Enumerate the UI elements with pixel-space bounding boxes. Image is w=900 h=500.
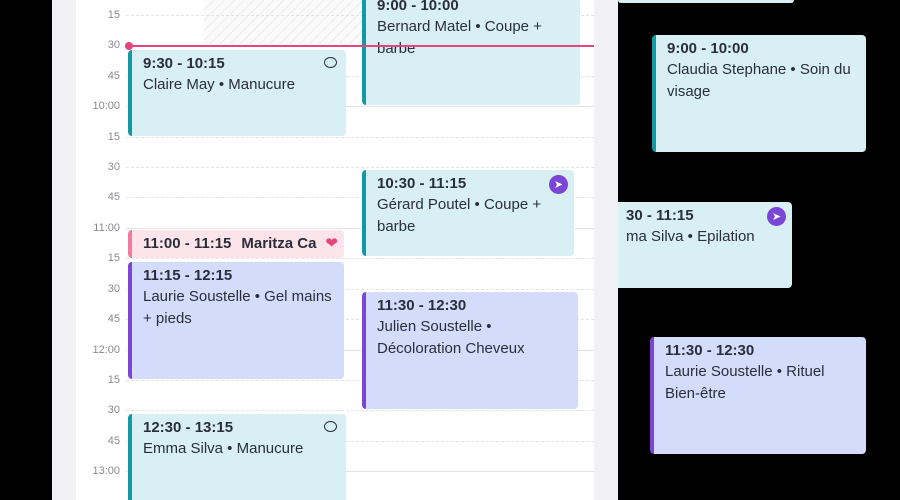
event-description: Emma Silva • Manucure bbox=[143, 440, 304, 457]
event-card[interactable]: 11:15 - 12:15 Laurie Soustelle • Gel mai… bbox=[128, 262, 344, 379]
time-label: 11:00 bbox=[93, 222, 120, 234]
comment-icon bbox=[324, 421, 337, 432]
time-label: 30 bbox=[107, 39, 120, 51]
event-card[interactable]: 12:30 - 13:15 Emma Silva • Manucure bbox=[128, 414, 346, 500]
event-time: 11:00 - 11:15 bbox=[143, 235, 232, 252]
time-label: 30 bbox=[107, 161, 120, 173]
time-label: 30 bbox=[107, 404, 120, 416]
event-time: 10:30 - 11:15 bbox=[377, 175, 467, 192]
time-label: 45 bbox=[107, 313, 120, 325]
gridline bbox=[126, 410, 594, 411]
event-time: 11:15 - 12:15 bbox=[143, 267, 233, 284]
time-label: 12:00 bbox=[92, 344, 120, 356]
top-card-edge bbox=[618, 0, 794, 3]
current-time-dot bbox=[125, 42, 133, 50]
time-label: 15 bbox=[107, 131, 120, 143]
time-label: 13:00 bbox=[92, 465, 120, 477]
gridline bbox=[126, 167, 594, 168]
event-description: Bernard Matel • Coupe + barbe bbox=[377, 18, 542, 57]
event-description: Julien Soustelle • Décoloration Cheveux bbox=[377, 318, 525, 357]
comment-icon bbox=[324, 57, 337, 68]
event-time: 9:30 - 10:15 bbox=[143, 55, 225, 72]
rocket-icon: ➤ bbox=[767, 207, 786, 226]
event-card[interactable]: 11:30 - 12:30 Laurie Soustelle • Rituel … bbox=[650, 337, 866, 454]
time-label: 15 bbox=[107, 9, 120, 21]
time-label: 45 bbox=[107, 435, 120, 447]
event-time: 9:00 - 10:00 bbox=[667, 40, 749, 57]
event-description: Claudia Stephane • Soin du visage bbox=[667, 61, 851, 100]
time-label: 45 bbox=[107, 191, 120, 203]
event-time: 9:00 - 10:00 bbox=[377, 0, 459, 14]
event-time: 11:30 - 12:30 bbox=[665, 342, 755, 359]
event-description: Gérard Poutel • Coupe + barbe bbox=[377, 196, 542, 235]
event-card[interactable]: 11:30 - 12:30 Julien Soustelle • Décolor… bbox=[362, 292, 578, 409]
time-label: 15 bbox=[107, 252, 120, 264]
heart-icon: ❤ bbox=[325, 235, 338, 252]
event-card[interactable]: 9:00 - 10:00 Claudia Stephane • Soin du … bbox=[652, 35, 866, 152]
event-description: Laurie Soustelle • Gel mains + pieds bbox=[143, 288, 332, 327]
event-card[interactable]: 11:00 - 11:15 Maritza Ca ❤ bbox=[128, 230, 344, 258]
rocket-icon: ➤ bbox=[549, 175, 568, 194]
time-label: 30 bbox=[107, 283, 120, 295]
current-time-line bbox=[128, 45, 594, 47]
event-card[interactable]: 10:30 - 11:15 Gérard Poutel • Coupe + ba… bbox=[362, 170, 574, 256]
event-description: Claire May • Manucure bbox=[143, 76, 295, 93]
event-time: 30 - 11:15 bbox=[626, 207, 694, 224]
event-description: ma Silva • Epilation bbox=[626, 228, 755, 245]
gridline bbox=[126, 137, 594, 138]
event-card[interactable]: 30 - 11:15 ma Silva • Epilation ➤ bbox=[596, 202, 792, 288]
event-time: 11:30 - 12:30 bbox=[377, 297, 467, 314]
gridline bbox=[126, 258, 594, 259]
event-card[interactable]: 9:30 - 10:15 Claire May • Manucure bbox=[128, 50, 346, 136]
event-time: 12:30 - 13:15 bbox=[143, 419, 234, 436]
calendar-day-view[interactable]: 15 30 45 10:00 15 30 45 11:00 15 30 45 1… bbox=[76, 0, 594, 500]
event-card[interactable]: 9:00 - 10:00 Bernard Matel • Coupe + bar… bbox=[362, 0, 580, 105]
time-label: 15 bbox=[107, 374, 120, 386]
event-client-name: Maritza Ca bbox=[241, 235, 317, 252]
time-label: 10:00 bbox=[92, 100, 120, 112]
time-label: 45 bbox=[107, 70, 120, 82]
event-description: Laurie Soustelle • Rituel Bien-être bbox=[665, 363, 825, 402]
